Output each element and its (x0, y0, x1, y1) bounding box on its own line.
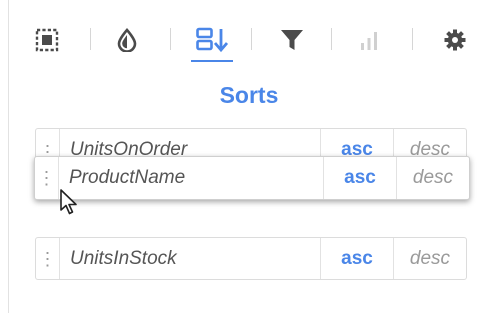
toolbar (9, 0, 488, 72)
sort-desc-button[interactable]: desc (396, 157, 469, 199)
color-drop-icon (117, 28, 137, 52)
sort-asc-button[interactable]: asc (323, 157, 396, 199)
sort-desc-button[interactable]: desc (393, 238, 466, 279)
select-button[interactable] (31, 24, 63, 56)
drag-handle-icon[interactable]: ⋮ (35, 157, 59, 199)
settings-button[interactable] (439, 24, 471, 56)
mouse-cursor-icon (60, 189, 77, 215)
select-icon (35, 28, 59, 52)
chart-button[interactable] (353, 24, 385, 56)
toolbar-divider (251, 28, 252, 50)
sort-panel: Sorts ⋮ UnitsOnOrder asc desc ⋮ ProductN… (8, 0, 488, 313)
gear-icon (444, 29, 466, 51)
toolbar-divider (412, 28, 413, 50)
sort-asc-button[interactable]: asc (320, 238, 393, 279)
panel-title: Sorts (219, 82, 279, 108)
sort-field-name: UnitsInStock (70, 247, 177, 269)
bar-chart-icon (361, 32, 377, 50)
toolbar-divider (90, 28, 91, 50)
active-tab-indicator (191, 60, 233, 62)
sort-button[interactable] (196, 24, 228, 56)
color-button[interactable] (111, 24, 143, 56)
toolbar-divider (331, 28, 332, 50)
sort-icon (196, 27, 228, 53)
toolbar-divider (170, 28, 171, 50)
filter-icon (281, 30, 303, 50)
filter-button[interactable] (276, 24, 308, 56)
sort-field-name: ProductName (69, 167, 186, 188)
sort-row-dragging[interactable]: ⋮ ProductName asc desc (34, 156, 470, 200)
sort-row[interactable]: ⋮ UnitsInStock asc desc (35, 237, 467, 280)
drag-handle-icon[interactable]: ⋮ (36, 238, 60, 279)
